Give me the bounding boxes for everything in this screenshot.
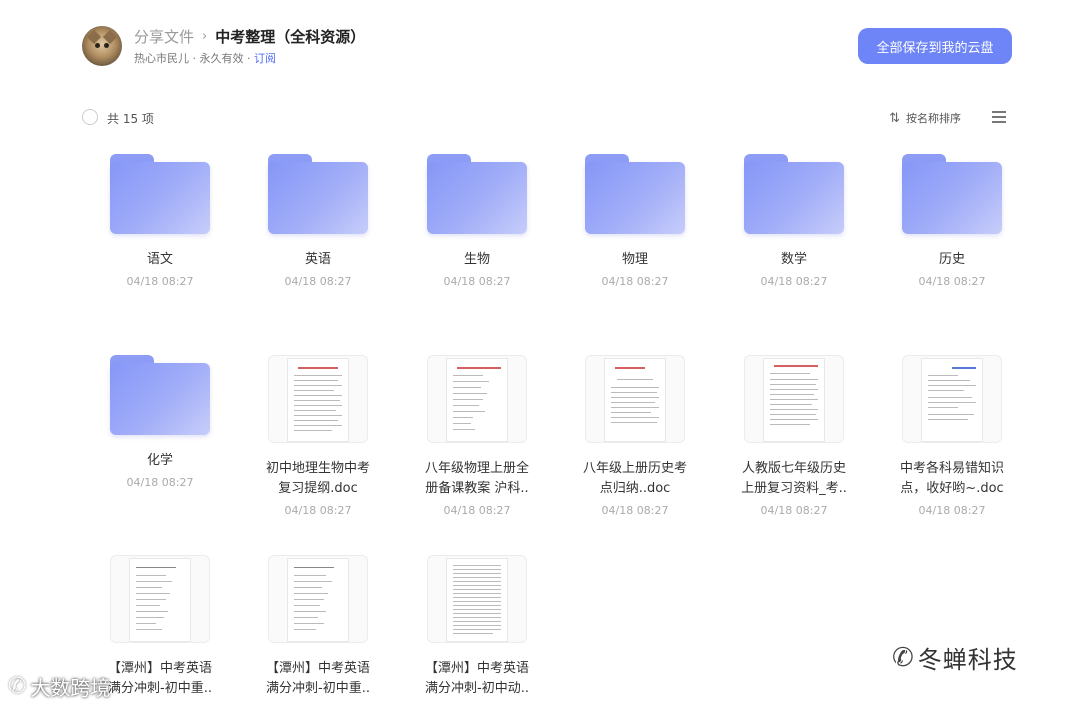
folder-item[interactable]: 化学 04/18 08:27 bbox=[80, 343, 240, 513]
list-toolbar: 共 15 项 ⇅ 按名称排序 bbox=[82, 108, 1006, 128]
meta-dot: · bbox=[192, 52, 197, 65]
meta-dot: · bbox=[247, 52, 251, 65]
brand-watermark: ✆ 冬蝉科技 bbox=[892, 640, 1018, 675]
folder-icon bbox=[110, 355, 210, 437]
subscribe-link[interactable]: 订阅 bbox=[254, 52, 276, 65]
sort-button[interactable]: ⇅ 按名称排序 bbox=[889, 110, 961, 126]
list-view-icon[interactable] bbox=[992, 111, 1006, 123]
file-item[interactable]: 八年级物理上册全 册备课教案 沪科.. 04/18 08:27 bbox=[397, 355, 557, 525]
item-name: 物理 bbox=[621, 252, 648, 267]
watermark-text: 冬蝉科技 bbox=[917, 646, 1018, 674]
item-date: 04/18 08:27 bbox=[918, 504, 986, 517]
item-date: 04/18 08:27 bbox=[760, 275, 828, 288]
item-name-line1: 人教版七年级历史 bbox=[741, 461, 846, 476]
item-name-line1: 【潭州】中考英语 bbox=[265, 661, 370, 676]
doc-thumbnail bbox=[427, 355, 527, 443]
item-name-line1: 初中地理生物中考 bbox=[265, 461, 370, 476]
folder-item[interactable]: 数学 04/18 08:27 bbox=[714, 142, 874, 302]
wechat-icon: ✆ bbox=[8, 674, 27, 699]
item-name-line2: 上册复习资料_考.. bbox=[741, 481, 847, 496]
file-item[interactable]: 初中地理生物中考 复习提纲.doc 04/18 08:27 bbox=[238, 355, 398, 525]
chevron-right-icon: › bbox=[202, 28, 208, 44]
folder-item[interactable]: 物理 04/18 08:27 bbox=[555, 142, 715, 302]
doc-thumbnail bbox=[268, 355, 368, 443]
item-name-line1: 【潭州】中考英语 bbox=[424, 661, 529, 676]
watermark-text: 大数跨境 bbox=[30, 676, 111, 700]
folder-icon bbox=[268, 154, 368, 236]
item-name-line2: 满分冲刺-初中动.. bbox=[425, 681, 529, 696]
item-name-line2: 册备课教案 沪科.. bbox=[425, 481, 529, 496]
select-all-checkbox[interactable] bbox=[82, 109, 98, 125]
sharer-avatar[interactable] bbox=[82, 26, 122, 66]
item-name-line2: 点，收好哟~.doc bbox=[900, 481, 1004, 496]
item-count: 共 15 项 bbox=[107, 112, 154, 126]
folder-item[interactable]: 生物 04/18 08:27 bbox=[397, 142, 557, 302]
folder-item[interactable]: 英语 04/18 08:27 bbox=[238, 142, 398, 302]
item-date: 04/18 08:27 bbox=[126, 476, 194, 489]
folder-icon bbox=[744, 154, 844, 236]
doc-thumbnail bbox=[110, 555, 210, 643]
folder-icon bbox=[427, 154, 527, 236]
file-item[interactable]: 人教版七年级历史 上册复习资料_考.. 04/18 08:27 bbox=[714, 355, 874, 525]
item-name-line2: 点归纳..doc bbox=[599, 481, 671, 496]
corner-watermark: ✆ 大数跨境 bbox=[8, 672, 110, 701]
file-item[interactable]: 中考各科易错知识 点，收好哟~.doc 04/18 08:27 bbox=[872, 355, 1032, 525]
item-date: 04/18 08:27 bbox=[284, 275, 352, 288]
doc-thumbnail bbox=[744, 355, 844, 443]
item-name: 数学 bbox=[780, 252, 807, 267]
folder-item[interactable]: 语文 04/18 08:27 bbox=[80, 142, 240, 302]
doc-thumbnail bbox=[268, 555, 368, 643]
share-header: 分享文件 › 中考整理（全科资源） 热心市民儿 · 永久有效 · 订阅 全部保存… bbox=[82, 24, 1012, 70]
folder-icon bbox=[585, 154, 685, 236]
item-name: 语文 bbox=[146, 252, 173, 267]
sort-icon: ⇅ bbox=[889, 110, 900, 126]
item-name: 化学 bbox=[146, 453, 173, 468]
breadcrumb: 分享文件 › 中考整理（全科资源） bbox=[134, 25, 365, 47]
sharer-name: 热心市民儿 bbox=[134, 52, 189, 65]
item-date: 04/18 08:27 bbox=[760, 504, 828, 517]
folder-icon bbox=[110, 154, 210, 236]
item-date: 04/18 08:27 bbox=[601, 275, 669, 288]
item-date: 04/18 08:27 bbox=[918, 275, 986, 288]
doc-thumbnail bbox=[902, 355, 1002, 443]
item-name-line2: 复习提纲.doc bbox=[278, 481, 358, 496]
validity-text: 永久有效 bbox=[199, 52, 244, 65]
file-item[interactable]: 八年级上册历史考 点归纳..doc 04/18 08:27 bbox=[555, 355, 715, 525]
item-name: 历史 bbox=[938, 252, 965, 267]
item-name: 生物 bbox=[463, 252, 490, 267]
item-date: 04/18 08:27 bbox=[443, 275, 511, 288]
file-item[interactable]: 【潭州】中考英语 满分冲刺-初中重.. bbox=[238, 555, 398, 705]
item-name-line1: 八年级上册历史考 bbox=[582, 461, 687, 476]
item-date: 04/18 08:27 bbox=[601, 504, 669, 517]
item-name-line1: 八年级物理上册全 bbox=[424, 461, 529, 476]
item-date: 04/18 08:27 bbox=[126, 275, 194, 288]
doc-thumbnail bbox=[427, 555, 527, 643]
item-name-line1: 中考各科易错知识 bbox=[899, 461, 1004, 476]
sort-label: 按名称排序 bbox=[906, 112, 961, 125]
share-meta: 热心市民儿 · 永久有效 · 订阅 bbox=[134, 50, 276, 66]
item-date: 04/18 08:27 bbox=[443, 504, 511, 517]
item-name-line2: 满分冲刺-初中重.. bbox=[266, 681, 370, 696]
doc-thumbnail bbox=[585, 355, 685, 443]
file-item[interactable]: 【潭州】中考英语 满分冲刺-初中动.. bbox=[397, 555, 557, 705]
wechat-icon: ✆ bbox=[892, 642, 914, 673]
page-title: 中考整理（全科资源） bbox=[215, 27, 366, 46]
folder-item[interactable]: 历史 04/18 08:27 bbox=[872, 142, 1032, 302]
breadcrumb-parent[interactable]: 分享文件 bbox=[134, 26, 194, 47]
item-date: 04/18 08:27 bbox=[284, 504, 352, 517]
item-name: 英语 bbox=[304, 252, 331, 267]
save-all-button[interactable]: 全部保存到我的云盘 bbox=[858, 28, 1012, 64]
folder-icon bbox=[902, 154, 1002, 236]
